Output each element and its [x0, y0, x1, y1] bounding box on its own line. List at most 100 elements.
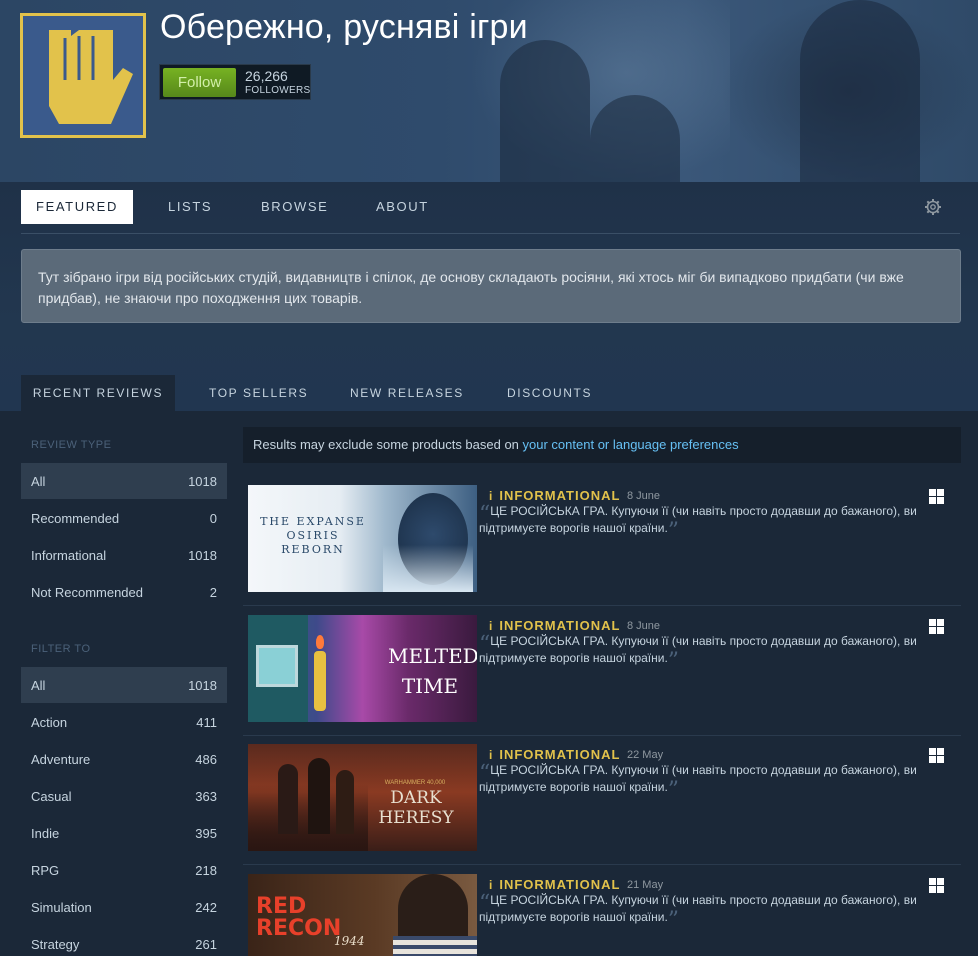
- review-tag-label: INFORMATIONAL: [499, 877, 621, 892]
- filter-label: All: [31, 678, 46, 693]
- tab-new-releases[interactable]: NEW RELEASES: [350, 375, 464, 411]
- review-type-recommended[interactable]: Recommended 0: [21, 500, 227, 536]
- windows-icon: [929, 619, 944, 634]
- filter-simulation[interactable]: Simulation 242: [21, 889, 227, 925]
- filter-label: All: [31, 474, 46, 489]
- review-date: 8 June: [627, 620, 661, 632]
- gear-icon[interactable]: [924, 198, 942, 221]
- review-text: “ЦЕ РОСІЙСЬКА ГРА. Купуючи її (чи навіть…: [479, 503, 919, 543]
- filter-label: Not Recommended: [31, 585, 143, 600]
- filter-count: 411: [196, 715, 217, 730]
- review-date: 21 May: [627, 879, 664, 891]
- review-body: ЦЕ РОСІЙСЬКА ГРА. Купуючи її (чи навіть …: [479, 763, 917, 794]
- game-capsule-dark-heresy[interactable]: WARHAMMER 40,000 DARK HERESY: [248, 744, 477, 851]
- review-tag: i INFORMATIONAL: [489, 877, 620, 892]
- curator-avatar[interactable]: [20, 13, 146, 138]
- game-capsule-red-recon[interactable]: RED RECON 1944: [248, 874, 477, 956]
- filter-indie[interactable]: Indie 395: [21, 815, 227, 851]
- followers-label: FOLLOWERS: [245, 85, 311, 96]
- raised-hand-icon: [49, 30, 133, 124]
- filter-count: 1018: [188, 678, 217, 693]
- game-franchise-text: WARHAMMER 40,000: [384, 780, 446, 786]
- filter-to-heading: FILTER TO: [31, 643, 91, 655]
- review-item: MELTED TIME i INFORMATIONAL 8 June “ЦЕ РО…: [243, 615, 961, 736]
- info-icon: i: [489, 748, 494, 762]
- close-quote-icon: ”: [667, 649, 680, 674]
- close-quote-icon: ”: [667, 519, 680, 544]
- review-item: RED RECON 1944 i INFORMATIONAL 21 May “ЦЕ…: [243, 874, 961, 956]
- tab-discounts[interactable]: DISCOUNTS: [507, 375, 592, 411]
- review-item: THE EXPANSE OSIRIS REBORN i INFORMATIONAL…: [243, 485, 961, 606]
- review-text: “ЦЕ РОСІЙСЬКА ГРА. Купуючи її (чи навіть…: [479, 633, 919, 673]
- review-type-all[interactable]: All 1018: [21, 463, 227, 499]
- info-icon: i: [489, 619, 494, 633]
- filter-count: 2: [209, 585, 217, 600]
- info-icon: i: [489, 489, 494, 503]
- nav-divider: [21, 233, 960, 234]
- filter-casual[interactable]: Casual 363: [21, 778, 227, 814]
- review-text: “ЦЕ РОСІЙСЬКА ГРА. Купуючи її (чи навіть…: [479, 892, 919, 932]
- filter-count: 0: [209, 511, 217, 526]
- game-logo-text: THE EXPANSE OSIRIS REBORN: [260, 515, 366, 556]
- review-tag-label: INFORMATIONAL: [499, 618, 621, 633]
- tab-lists[interactable]: LISTS: [168, 190, 212, 224]
- content-preferences-notice: Results may exclude some products based …: [243, 427, 961, 463]
- filter-label: Informational: [31, 548, 107, 563]
- filter-label: Indie: [31, 826, 60, 841]
- review-text: “ЦЕ РОСІЙСЬКА ГРА. Купуючи її (чи навіть…: [479, 762, 919, 802]
- curator-description: Тут зібрано ігри від російських студій, …: [21, 249, 961, 323]
- content-preferences-link[interactable]: your content or language preferences: [523, 437, 739, 452]
- game-year-text: 1944: [334, 934, 365, 948]
- review-date: 8 June: [627, 490, 661, 502]
- follow-widget: Follow 26,266 FOLLOWERS: [159, 64, 311, 100]
- notice-text: Results may exclude some products based …: [253, 437, 523, 452]
- review-body: ЦЕ РОСІЙСЬКА ГРА. Купуючи її (чи навіть …: [479, 634, 917, 665]
- game-capsule-melted-time[interactable]: MELTED TIME: [248, 615, 477, 722]
- review-type-heading: REVIEW TYPE: [31, 439, 112, 451]
- curator-name: Обережно, руснявi iгри: [160, 8, 528, 46]
- review-body: ЦЕ РОСІЙСЬКА ГРА. Купуючи її (чи навіть …: [479, 504, 917, 535]
- filter-strategy[interactable]: Strategy 261: [21, 926, 227, 956]
- close-quote-icon: ”: [667, 778, 680, 803]
- filter-count: 261: [195, 937, 217, 952]
- review-type-not-recommended[interactable]: Not Recommended 2: [21, 574, 227, 610]
- filter-label: Recommended: [31, 511, 120, 526]
- review-body: ЦЕ РОСІЙСЬКА ГРА. Купуючи її (чи навіть …: [479, 893, 917, 924]
- filter-label: Action: [31, 715, 68, 730]
- tab-recent-reviews[interactable]: RECENT REVIEWS: [21, 375, 175, 411]
- tab-featured[interactable]: FEATURED: [21, 190, 133, 224]
- filter-count: 395: [195, 826, 217, 841]
- windows-icon: [929, 748, 944, 763]
- game-capsule-the-expanse[interactable]: THE EXPANSE OSIRIS REBORN: [248, 485, 477, 592]
- filter-label: Simulation: [31, 900, 92, 915]
- filter-adventure[interactable]: Adventure 486: [21, 741, 227, 777]
- review-item: WARHAMMER 40,000 DARK HERESY i INFORMATIO…: [243, 744, 961, 865]
- close-quote-icon: ”: [667, 908, 680, 933]
- banner-figure: [800, 0, 920, 182]
- review-type-informational[interactable]: Informational 1018: [21, 537, 227, 573]
- follow-button[interactable]: Follow: [163, 68, 236, 97]
- filter-count: 363: [195, 789, 217, 804]
- followers-count: 26,266: [245, 68, 288, 84]
- info-icon: i: [489, 878, 494, 892]
- filter-count: 218: [195, 863, 217, 878]
- filter-action[interactable]: Action 411: [21, 704, 227, 740]
- tab-browse[interactable]: BROWSE: [261, 190, 328, 224]
- review-tag: i INFORMATIONAL: [489, 747, 620, 762]
- filter-label: Casual: [31, 789, 72, 804]
- filter-count: 242: [195, 900, 217, 915]
- tab-about[interactable]: ABOUT: [376, 190, 429, 224]
- review-tag: i INFORMATIONAL: [489, 618, 620, 633]
- review-date: 22 May: [627, 749, 664, 761]
- tab-top-sellers[interactable]: TOP SELLERS: [209, 375, 308, 411]
- game-logo-text: RED RECON: [256, 894, 342, 941]
- filter-rpg[interactable]: RPG 218: [21, 852, 227, 888]
- review-tag-label: INFORMATIONAL: [499, 488, 621, 503]
- windows-icon: [929, 489, 944, 504]
- windows-icon: [929, 878, 944, 893]
- game-logo-text: MELTED TIME: [388, 644, 477, 698]
- filter-count: 1018: [188, 548, 217, 563]
- filter-label: RPG: [31, 863, 60, 878]
- filter-all[interactable]: All 1018: [21, 667, 227, 703]
- review-tag: i INFORMATIONAL: [489, 488, 620, 503]
